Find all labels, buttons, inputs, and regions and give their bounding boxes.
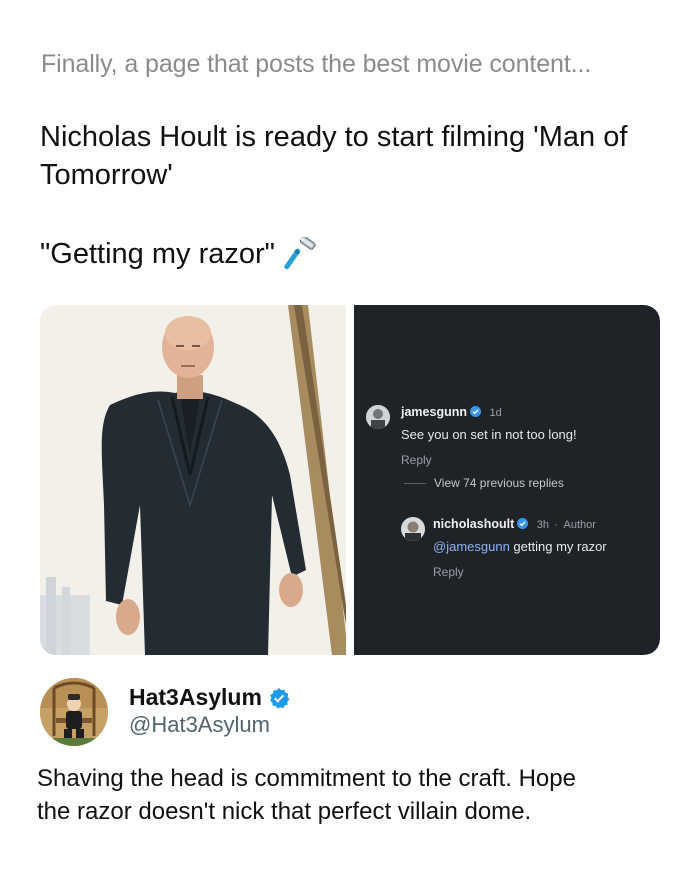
razor-icon: [284, 237, 316, 270]
post-quote: "Getting my razor": [40, 236, 660, 272]
view-previous-replies[interactable]: View 74 previous replies: [434, 476, 564, 490]
comment-username[interactable]: nicholashoult: [433, 517, 514, 531]
comment-text: See you on set in not too long!: [401, 427, 577, 442]
quote-text: "Getting my razor": [40, 238, 275, 270]
post-headline: Nicholas Hoult is ready to start filming…: [40, 121, 628, 191]
jamesgunn-avatar: [366, 405, 390, 429]
reply-text: Shaving the head is commitment to the cr…: [37, 765, 576, 825]
nicholashoult-avatar: [401, 517, 425, 541]
author-handle[interactable]: @Hat3Asylum: [129, 712, 270, 738]
author-avatar[interactable]: [40, 678, 108, 746]
comment-reply-link[interactable]: Reply: [433, 565, 607, 579]
context-line: Finally, a page that posts the best movi…: [41, 50, 592, 78]
comment-username[interactable]: jamesgunn: [401, 405, 467, 419]
post-media[interactable]: jamesgunn 1d See you on set in not too l…: [40, 305, 660, 655]
comment-jamesgunn: jamesgunn 1d See you on set in not too l…: [401, 403, 577, 467]
comment-nicholashoult: nicholashoult 3h · Author @jamesgunn get…: [433, 515, 607, 579]
reply-author[interactable]: Hat3Asylum @Hat3Asylum: [40, 678, 660, 746]
author-tag: Author: [563, 519, 596, 531]
instagram-comments-screenshot[interactable]: jamesgunn 1d See you on set in not too l…: [354, 305, 660, 655]
view-replies-line: [404, 483, 426, 484]
comment-age: 3h: [536, 519, 549, 531]
verified-badge-icon: [269, 687, 290, 709]
author-display-name[interactable]: Hat3Asylum: [129, 684, 290, 711]
actor-photo[interactable]: [40, 305, 346, 655]
comment-age: 1d: [489, 407, 502, 419]
comment-mention[interactable]: @jamesgunn: [433, 539, 510, 554]
verified-badge-icon: [470, 406, 481, 417]
actor-photo-illustration: [40, 305, 346, 655]
display-name-text[interactable]: Hat3Asylum: [129, 684, 262, 711]
verified-badge-icon: [517, 518, 529, 529]
comment-reply-link[interactable]: Reply: [401, 453, 577, 467]
meta-separator: ·: [554, 519, 559, 531]
comment-text: getting my razor: [513, 539, 607, 554]
